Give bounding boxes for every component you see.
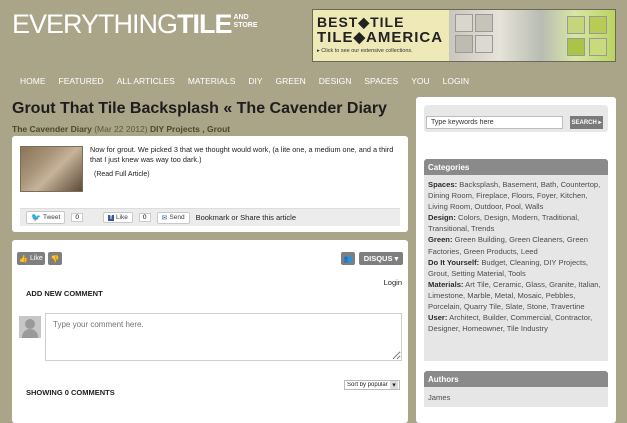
category-group-design: Design: Colors, Design, Modern, Traditio… [428,213,580,234]
disqus-comments: 👍 Like 👎 👥 DISQUS ▾ Login ADD NEW COMMEN… [12,240,408,423]
nav-spaces[interactable]: SPACES [364,76,398,86]
nav-all-articles[interactable]: ALL ARTICLES [117,76,175,86]
add-comment-heading: ADD NEW COMMENT [26,289,103,298]
avatar [19,316,41,338]
disqus-dislike-button[interactable]: 👎 [48,252,62,265]
disqus-login-link[interactable]: Login [384,278,402,287]
nav-you[interactable]: YOU [411,76,429,86]
community-button[interactable]: 👥 [341,252,355,265]
authors-heading: Authors [424,371,608,387]
post-categories-link[interactable]: DIY Projects , Grout [150,124,230,134]
comments-count: SHOWING 0 COMMENTS [26,388,115,397]
post-date: (Mar 22 2012) [94,124,148,134]
nav-diy[interactable]: DIY [248,76,262,86]
nav-home[interactable]: HOME [20,76,46,86]
sort-select[interactable]: Sort by popular [344,380,400,390]
post-author-link[interactable]: The Cavender Diary [12,124,92,134]
categories-heading: Categories [424,159,608,175]
post-meta: The Cavender Diary (Mar 22 2012) DIY Pro… [12,124,230,134]
category-group-materials: Materials: Art Tile, Ceramic, Glass, Gra… [428,279,601,312]
people-icon: 👥 [343,255,353,263]
post-excerpt: Now for grout. We picked 3 that we thoug… [90,145,394,164]
main-nav: HOME FEATURED ALL ARTICLES MATERIALS DIY… [20,76,469,86]
ad-tile-image [449,10,615,61]
chevron-down-icon: ▾ [394,254,399,263]
search-button[interactable]: SEARCH ▸ [570,116,603,129]
logo-text: EVERYTHINGTILE [12,9,233,39]
category-group-user: User: Architect, Builder, Commercial, Co… [428,313,593,334]
send-icon: ✉ [161,214,168,222]
search-input[interactable] [426,116,563,129]
facebook-icon: f [107,214,114,221]
comment-input[interactable] [45,313,402,361]
category-group-spaces: Spaces: Backsplash, Basement, Bath, Coun… [428,180,601,212]
authors-list: James [424,387,608,407]
facebook-like-button[interactable]: f Like [102,212,133,223]
tweet-count: 0 [71,213,83,222]
author-link[interactable]: James [428,393,450,402]
post-card: Now for grout. We picked 3 that we thoug… [12,136,408,232]
categories-list: Spaces: Backsplash, Basement, Bath, Coun… [424,175,608,361]
sidebar: SEARCH ▸ Categories Spaces: Backsplash, … [416,97,616,423]
like-count: 0 [138,213,151,222]
thumbs-down-icon: 👎 [50,255,60,263]
read-full-article-link[interactable]: (Read Full Article) [94,171,150,178]
post-title: Grout That Tile Backsplash « The Cavende… [12,100,387,117]
nav-design[interactable]: DESIGN [319,76,352,86]
disqus-menu[interactable]: DISQUS ▾ [359,252,403,265]
category-group-diy: Do It Yourself: Budget, Cleaning, DIY Pr… [428,257,588,278]
ad-brand-line2: TILE◆AMERICA [317,29,444,46]
thumbs-up-icon: 👍 [19,255,28,263]
facebook-send-button[interactable]: ✉ Send [156,211,190,224]
nav-login[interactable]: LOGIN [443,76,469,86]
post-thumbnail[interactable] [20,146,83,192]
ad-cta: ▸ Click to see our extensive collections… [317,48,413,54]
nav-featured[interactable]: FEATURED [59,76,104,86]
bookmark-share-link[interactable]: Bookmark or Share this article [196,213,296,222]
nav-materials[interactable]: MATERIALS [188,76,236,86]
nav-green[interactable]: GREEN [276,76,306,86]
twitter-bird-icon: 🐦 [31,213,41,222]
share-bar: 🐦 Tweet 0 f Like 0 ✉ Send Bookmark or Sh… [20,208,400,226]
disqus-like-button[interactable]: 👍 Like [17,252,45,265]
banner-ad[interactable]: BEST◆TILE TILE◆AMERICA ▸ Click to see ou… [312,9,616,62]
logo-subtext: AND STORE [233,14,258,29]
site-logo[interactable]: EVERYTHINGTILE AND STORE [12,9,258,39]
tweet-button[interactable]: 🐦 Tweet [26,211,66,224]
ad-brand-line1: BEST◆TILE [317,14,405,30]
category-group-green: Green: Green Building, Green Cleaners, G… [428,235,588,256]
